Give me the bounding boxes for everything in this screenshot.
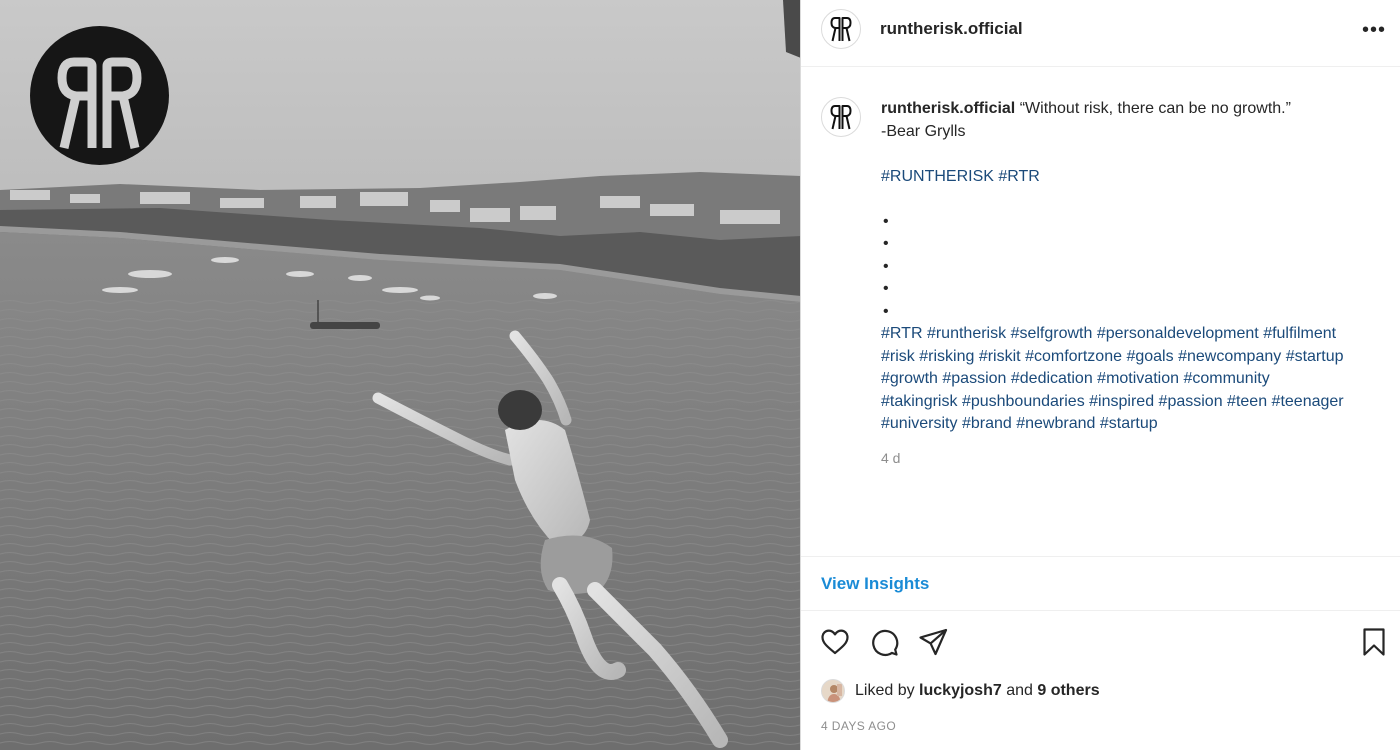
paper-plane-icon[interactable] [917, 626, 949, 658]
insights-bar: View Insights [801, 556, 1400, 611]
hashtag-link[interactable]: #community [1183, 370, 1269, 387]
post-header: runtherisk.official ••• [801, 0, 1400, 67]
runtherisk-logo-icon [830, 105, 852, 130]
heart-icon[interactable] [819, 626, 851, 658]
hashtag-link[interactable]: #goals [1126, 348, 1173, 365]
hashtag-line: #takingrisk #pushboundaries #inspired #p… [881, 391, 1386, 414]
hashtag-link[interactable]: #teenager [1272, 393, 1344, 410]
bookmark-icon[interactable] [1358, 626, 1390, 658]
hashtag-link[interactable]: #takingrisk [881, 393, 957, 410]
hashtag-link[interactable]: #personaldevelopment [1097, 325, 1259, 342]
hashtag-link[interactable]: #newbrand [1016, 415, 1095, 432]
caption-username[interactable]: runtherisk.official [881, 100, 1015, 117]
post-date[interactable]: 4 DAYS AGO [821, 719, 896, 733]
caption-bullet: • [883, 235, 889, 252]
view-insights-link[interactable]: View Insights [821, 574, 929, 594]
hashtag-link[interactable]: #university [881, 415, 957, 432]
hashtag-link[interactable]: #startup [1286, 348, 1344, 365]
caption-bullet: • [883, 302, 889, 320]
hashtag-link[interactable]: #runtherisk [927, 325, 1006, 342]
post-actions [801, 620, 1400, 666]
hashtag-link[interactable]: #newcompany [1178, 348, 1281, 365]
likes-summary: Liked by luckyjosh7 and 9 others [821, 678, 1100, 704]
hashtag-link[interactable]: #fulfilment [1263, 325, 1336, 342]
caption-bullet: • [883, 212, 889, 230]
more-horizontal-icon: ••• [1361, 19, 1386, 41]
hashtag-link[interactable]: #pushboundaries [962, 393, 1085, 410]
hashtag-link[interactable]: #comfortzone [1025, 348, 1122, 365]
hashtag-line: #RTR #runtherisk #selfgrowth #personalde… [881, 323, 1386, 346]
caption-bullet: • [883, 257, 889, 275]
runtherisk-logo-icon [830, 17, 852, 42]
caption-author: -Bear Grylls [881, 122, 966, 140]
hashtag-link[interactable]: #growth [881, 370, 938, 387]
caption-first-line: runtherisk.official “Without risk, there… [881, 98, 1386, 121]
caption-bullet: • [883, 280, 889, 297]
header-username[interactable]: runtherisk.official [880, 19, 1023, 39]
runtherisk-logo-icon [30, 26, 169, 165]
instagram-post-view: runtherisk.official ••• runtherisk.offic [0, 0, 1400, 750]
hashtag-link[interactable]: #dedication [1011, 370, 1093, 387]
others-count-link[interactable]: 9 others [1037, 682, 1099, 700]
hashtag-link[interactable]: #passion [942, 370, 1006, 387]
liker-username[interactable]: luckyjosh7 [919, 682, 1002, 700]
more-options-button[interactable]: ••• [1360, 16, 1388, 44]
hashtag-line: #risk #risking #riskit #comfortzone #goa… [881, 346, 1386, 369]
hashtag-link[interactable]: #teen [1227, 393, 1267, 410]
hashtag-link[interactable]: #RUNTHERISK [881, 168, 994, 185]
post-photo[interactable] [0, 0, 801, 750]
hashtag-line: #growth #passion #dedication #motivation… [881, 368, 1386, 391]
hashtag-link[interactable]: #startup [1100, 415, 1158, 432]
hashtag-link[interactable]: #riskit [979, 348, 1021, 365]
liked-by-conjunction: and [1006, 682, 1033, 699]
comment-icon[interactable] [868, 626, 900, 658]
post-caption: runtherisk.official “Without risk, there… [881, 98, 1386, 436]
brand-hashtags: #RUNTHERISK #RTR [881, 166, 1386, 189]
caption-section: runtherisk.official “Without risk, there… [801, 68, 1400, 556]
hashtag-link[interactable]: #passion [1159, 393, 1223, 410]
caption-avatar[interactable] [821, 97, 861, 137]
profile-avatar[interactable] [821, 9, 861, 49]
post-side-panel: runtherisk.official ••• runtherisk.offic [801, 0, 1400, 750]
hashtag-link[interactable]: #inspired [1089, 393, 1154, 410]
hashtag-link[interactable]: #risking [919, 348, 974, 365]
liked-by-prefix: Liked by [855, 682, 915, 699]
hashtag-link[interactable]: #brand [962, 415, 1012, 432]
liker-avatar[interactable] [821, 679, 845, 703]
hashtag-link[interactable]: #motivation [1097, 370, 1179, 387]
hashtag-link[interactable]: #selfgrowth [1011, 325, 1093, 342]
caption-quote: “Without risk, there can be no growth.” [1019, 100, 1291, 117]
hashtag-line: #university #brand #newbrand #startup [881, 413, 1386, 436]
hashtag-link[interactable]: #RTR [881, 325, 923, 342]
hashtag-link[interactable]: #risk [881, 348, 915, 365]
caption-timestamp[interactable]: 4 d [881, 450, 900, 466]
hashtag-link[interactable]: #RTR [998, 168, 1040, 185]
